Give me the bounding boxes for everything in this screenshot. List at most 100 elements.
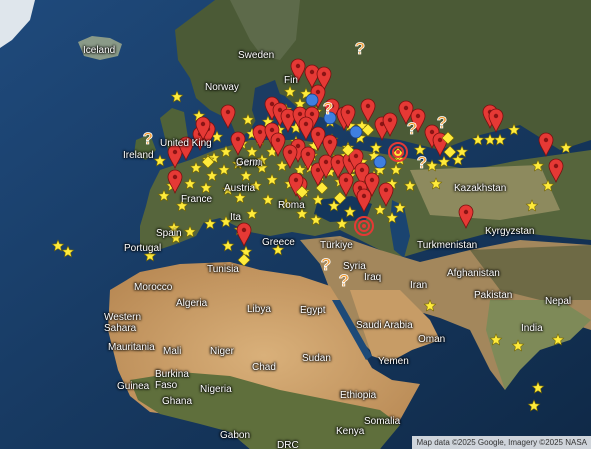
red-pin-marker[interactable] xyxy=(360,98,376,124)
yellow-star-marker[interactable] xyxy=(451,153,465,166)
yellow-star-marker[interactable] xyxy=(335,217,349,230)
yellow-star-marker[interactable] xyxy=(221,239,235,252)
red-pin-marker[interactable] xyxy=(548,158,564,184)
label-ghana: Ghana xyxy=(162,396,193,407)
orange-question-marker[interactable]: ? xyxy=(436,113,447,133)
red-pin-marker[interactable] xyxy=(488,108,504,134)
red-pin-marker[interactable] xyxy=(356,188,372,214)
yellow-star-marker[interactable] xyxy=(425,159,439,172)
red-pin-marker[interactable] xyxy=(538,132,554,158)
blue-circle-marker[interactable] xyxy=(349,125,363,139)
label-nigeria: Nigeria xyxy=(200,384,232,395)
yellow-star-marker[interactable] xyxy=(403,179,417,192)
yellow-diamond-marker[interactable] xyxy=(443,145,457,159)
yellow-star-marker[interactable] xyxy=(183,177,197,190)
yellow-star-marker[interactable] xyxy=(559,141,573,154)
yellow-star-marker[interactable] xyxy=(437,155,451,168)
yellow-star-marker[interactable] xyxy=(183,225,197,238)
yellow-star-marker[interactable] xyxy=(199,181,213,194)
yellow-star-marker[interactable] xyxy=(507,123,521,136)
yellow-star-marker[interactable] xyxy=(311,193,325,206)
yellow-star-marker[interactable] xyxy=(217,163,231,176)
label-kyrgyzstan: Kyrgyzstan xyxy=(485,226,535,237)
yellow-star-marker[interactable] xyxy=(219,145,233,158)
yellow-star-marker[interactable] xyxy=(527,399,541,412)
red-pin-marker[interactable] xyxy=(236,222,252,248)
yellow-star-marker[interactable] xyxy=(489,333,503,346)
red-pin-marker[interactable] xyxy=(378,182,394,208)
orange-question-marker[interactable]: ? xyxy=(338,271,349,291)
map-attribution[interactable]: Map data ©2025 Google, Imagery ©2025 NAS… xyxy=(412,436,591,449)
yellow-star-marker[interactable] xyxy=(189,161,203,174)
yellow-star-marker[interactable] xyxy=(393,201,407,214)
yellow-star-marker[interactable] xyxy=(373,203,387,216)
red-pin-marker[interactable] xyxy=(458,204,474,230)
label-portugal: Portugal xyxy=(124,243,162,254)
yellow-diamond-marker[interactable] xyxy=(333,191,347,205)
label-iran: Iran xyxy=(410,280,428,291)
yellow-star-marker[interactable] xyxy=(471,133,485,146)
orange-question-marker[interactable]: ? xyxy=(406,119,417,139)
yellow-star-marker[interactable] xyxy=(429,177,443,190)
red-pin-marker[interactable] xyxy=(338,172,354,198)
yellow-star-marker[interactable] xyxy=(531,381,545,394)
yellow-star-marker[interactable] xyxy=(343,205,357,218)
yellow-star-marker[interactable] xyxy=(283,85,297,98)
label-yemen: Yemen xyxy=(378,356,409,367)
yellow-star-marker[interactable] xyxy=(385,211,399,224)
yellow-star-marker[interactable] xyxy=(170,90,184,103)
world-map[interactable]: ???????? Iceland Sweden Norway Fin Denm Unite… xyxy=(0,0,591,449)
yellow-star-marker[interactable] xyxy=(541,179,555,192)
yellow-star-marker[interactable] xyxy=(551,333,565,346)
yellow-star-marker[interactable] xyxy=(245,207,259,220)
yellow-star-marker[interactable] xyxy=(265,173,279,186)
yellow-star-marker[interactable] xyxy=(261,193,275,206)
label-turkmenistan: Turkmenistan xyxy=(417,240,478,251)
label-mauritania: Mauritania xyxy=(108,342,155,353)
yellow-star-marker[interactable] xyxy=(511,339,525,352)
orange-question-marker[interactable]: ? xyxy=(354,39,365,59)
yellow-star-marker[interactable] xyxy=(239,245,253,258)
yellow-star-marker[interactable] xyxy=(51,239,65,252)
red-pin-marker[interactable] xyxy=(322,134,338,160)
orange-question-marker[interactable]: ? xyxy=(416,153,427,173)
yellow-star-marker[interactable] xyxy=(389,163,403,176)
red-pin-marker[interactable] xyxy=(230,131,246,157)
label-sweden: Sweden xyxy=(238,50,275,61)
blue-circle-marker[interactable] xyxy=(305,93,319,107)
yellow-star-marker[interactable] xyxy=(245,145,259,158)
yellow-star-marker[interactable] xyxy=(483,133,497,146)
label-gabon: Gabon xyxy=(220,430,251,441)
yellow-star-marker[interactable] xyxy=(525,199,539,212)
red-pin-marker[interactable] xyxy=(298,116,314,142)
red-target-marker[interactable] xyxy=(354,216,374,236)
yellow-star-marker[interactable] xyxy=(275,159,289,172)
yellow-star-marker[interactable] xyxy=(241,113,255,126)
yellow-star-marker[interactable] xyxy=(203,217,217,230)
yellow-star-marker[interactable] xyxy=(309,213,323,226)
yellow-star-marker[interactable] xyxy=(493,133,507,146)
red-pin-marker[interactable] xyxy=(304,64,320,90)
label-morocco: Morocco xyxy=(134,282,173,293)
label-kazakhstan: Kazakhstan xyxy=(454,183,507,194)
label-burkina-faso: Burkina Faso xyxy=(155,369,189,391)
orange-question-marker[interactable]: ? xyxy=(142,129,153,149)
red-pin-marker[interactable] xyxy=(220,104,236,130)
yellow-star-marker[interactable] xyxy=(531,159,545,172)
label-sudan: Sudan xyxy=(302,353,331,364)
yellow-star-marker[interactable] xyxy=(239,169,253,182)
label-united-kingdom: United King xyxy=(160,138,212,149)
label-somalia: Somalia xyxy=(364,416,401,427)
orange-question-marker[interactable]: ? xyxy=(322,99,333,119)
yellow-star-marker[interactable] xyxy=(157,189,171,202)
yellow-star-marker[interactable] xyxy=(153,154,167,167)
orange-question-marker[interactable]: ? xyxy=(320,255,331,275)
label-austria: Austria xyxy=(224,183,256,194)
yellow-star-marker[interactable] xyxy=(61,245,75,258)
label-niger: Niger xyxy=(210,346,234,357)
blue-circle-marker[interactable] xyxy=(373,155,387,169)
yellow-star-marker[interactable] xyxy=(369,141,383,154)
yellow-star-marker[interactable] xyxy=(205,169,219,182)
yellow-star-marker[interactable] xyxy=(423,299,437,312)
label-western-sahara: Western Sahara xyxy=(104,312,142,334)
